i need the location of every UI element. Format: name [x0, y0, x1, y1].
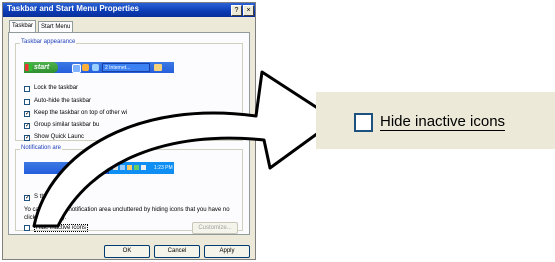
zoom-label-hide-inactive: Hide inactive icons [380, 113, 506, 131]
zoom-checkbox-hide-inactive [354, 113, 373, 132]
zoom-inset: Hide inactive icons [316, 92, 555, 149]
